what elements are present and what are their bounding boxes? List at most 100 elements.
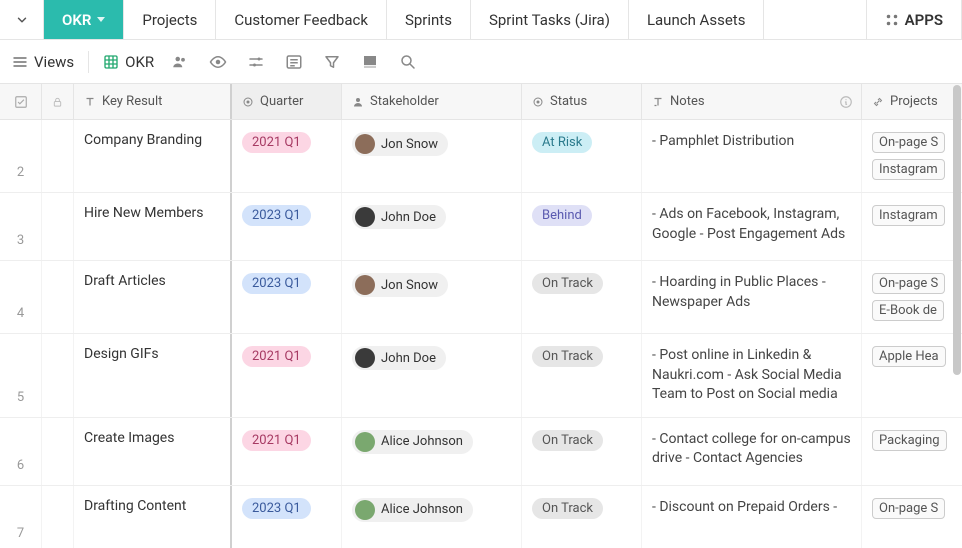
notes-cell[interactable]: - Ads on Facebook, Instagram, Google - P… [642,193,862,260]
stakeholder-cell[interactable]: Jon Snow [342,261,522,333]
key-result-cell[interactable]: Drafting Content [74,486,232,548]
list-icon [285,53,303,71]
stakeholder-chip: John Doe [352,205,446,229]
row-number: 2 [0,120,42,192]
project-chip[interactable]: Packaging [872,430,947,451]
status-cell[interactable]: On Track [522,334,642,417]
notes-cell[interactable]: - Discount on Prepaid Orders - [642,486,862,548]
project-chip[interactable]: On-page S [872,498,945,519]
notes-cell[interactable]: - Post online in Linkedin & Naukri.com -… [642,334,862,417]
status-pill: On Track [532,273,603,294]
notes-cell[interactable]: - Hoarding in Public Places - Newspaper … [642,261,862,333]
column-header-stakeholder[interactable]: Stakeholder [342,84,522,119]
status-cell[interactable]: On Track [522,418,642,485]
link-icon [872,96,884,108]
projects-cell[interactable]: Packaging [862,418,962,485]
tab-label: OKR [62,11,91,29]
notes-cell[interactable]: - Contact college for on-campus drive - … [642,418,862,485]
project-chip[interactable]: Instagram [872,159,945,180]
table-row[interactable]: 4 Draft Articles 2023 Q1 Jon Snow On Tra… [0,261,962,334]
list-button[interactable] [282,50,306,74]
views-button[interactable]: Views [12,53,74,71]
column-header-notes[interactable]: Notes [642,84,862,119]
tab-launch-assets[interactable]: Launch Assets [629,0,765,39]
stakeholder-cell[interactable]: Alice Johnson [342,486,522,548]
column-header-quarter[interactable]: Quarter [232,84,342,119]
notes-cell[interactable]: - Pamphlet Distribution [642,120,862,192]
stakeholder-chip: Alice Johnson [352,498,473,522]
settings-button[interactable] [244,50,268,74]
stakeholder-cell[interactable]: Alice Johnson [342,418,522,485]
key-result-cell[interactable]: Hire New Members [74,193,232,260]
table-row[interactable]: 3 Hire New Members 2023 Q1 John Doe Behi… [0,193,962,261]
tab-label: Sprint Tasks (Jira) [489,11,610,29]
users-button[interactable] [168,50,192,74]
avatar [355,134,375,154]
stakeholder-chip: John Doe [352,346,446,370]
tab-customer-feedback[interactable]: Customer Feedback [216,0,387,39]
okr-view-button[interactable]: OKR [103,53,154,71]
tab-label: Launch Assets [647,11,746,29]
stakeholder-cell[interactable]: John Doe [342,334,522,417]
column-header-projects[interactable]: Projects [862,84,962,119]
quarter-cell[interactable]: 2023 Q1 [232,486,342,548]
key-result-cell[interactable]: Company Branding [74,120,232,192]
tab-apps[interactable]: APPS [866,0,962,39]
projects-cell[interactable]: On-page S [862,486,962,548]
row-lock-cell [42,486,74,548]
column-label: Quarter [260,94,303,109]
projects-cell[interactable]: On-page S E-Book de [862,261,962,333]
tab-okr[interactable]: OKR [44,0,124,39]
hamburger-icon [12,54,28,70]
eye-button[interactable] [206,50,230,74]
project-chip[interactable]: Instagram [872,205,945,226]
tab-sprint-tasks[interactable]: Sprint Tasks (Jira) [471,0,629,39]
key-result-cell[interactable]: Design GIFs [74,334,232,417]
filter-button[interactable] [320,50,344,74]
key-result-cell[interactable]: Draft Articles [74,261,232,333]
key-result-cell[interactable]: Create Images [74,418,232,485]
column-header-checkbox[interactable] [0,84,42,119]
stakeholder-cell[interactable]: John Doe [342,193,522,260]
quarter-cell[interactable]: 2021 Q1 [232,334,342,417]
quarter-cell[interactable]: 2021 Q1 [232,418,342,485]
status-cell[interactable]: On Track [522,486,642,548]
column-header-lock [42,84,74,119]
tab-label: Customer Feedback [234,11,368,29]
tab-label: Sprints [405,11,452,29]
row-number: 5 [0,334,42,417]
table-row[interactable]: 2 Company Branding 2021 Q1 Jon Snow At R… [0,120,962,193]
quarter-pill: 2021 Q1 [242,346,311,367]
quarter-cell[interactable]: 2023 Q1 [232,261,342,333]
project-chip[interactable]: On-page S [872,132,945,153]
okr-view-label: OKR [125,53,154,71]
scrollbar-thumb[interactable] [953,85,961,375]
status-cell[interactable]: At Risk [522,120,642,192]
column-header-key-result[interactable]: Key Result [74,84,232,119]
projects-cell[interactable]: On-page S Instagram [862,120,962,192]
expand-button[interactable] [0,0,44,39]
lock-icon [52,96,63,108]
quarter-cell[interactable]: 2021 Q1 [232,120,342,192]
stakeholder-cell[interactable]: Jon Snow [342,120,522,192]
project-chip[interactable]: On-page S [872,273,945,294]
column-header-status[interactable]: Status [522,84,642,119]
color-button[interactable] [358,50,382,74]
project-chip[interactable]: Apple Hea [872,346,946,367]
avatar [355,432,375,452]
projects-cell[interactable]: Instagram [862,193,962,260]
status-cell[interactable]: Behind [522,193,642,260]
quarter-pill: 2023 Q1 [242,273,311,294]
projects-cell[interactable]: Apple Hea [862,334,962,417]
status-cell[interactable]: On Track [522,261,642,333]
quarter-cell[interactable]: 2023 Q1 [232,193,342,260]
info-icon[interactable] [839,95,853,109]
search-button[interactable] [396,50,420,74]
table-row[interactable]: 6 Create Images 2021 Q1 Alice Johnson On… [0,418,962,486]
vertical-scrollbar[interactable] [953,85,961,515]
table-row[interactable]: 5 Design GIFs 2021 Q1 John Doe On Track … [0,334,962,418]
tab-sprints[interactable]: Sprints [387,0,471,39]
project-chip[interactable]: E-Book de [872,300,944,321]
table-row[interactable]: 7 Drafting Content 2023 Q1 Alice Johnson… [0,486,962,548]
tab-projects[interactable]: Projects [124,0,216,39]
